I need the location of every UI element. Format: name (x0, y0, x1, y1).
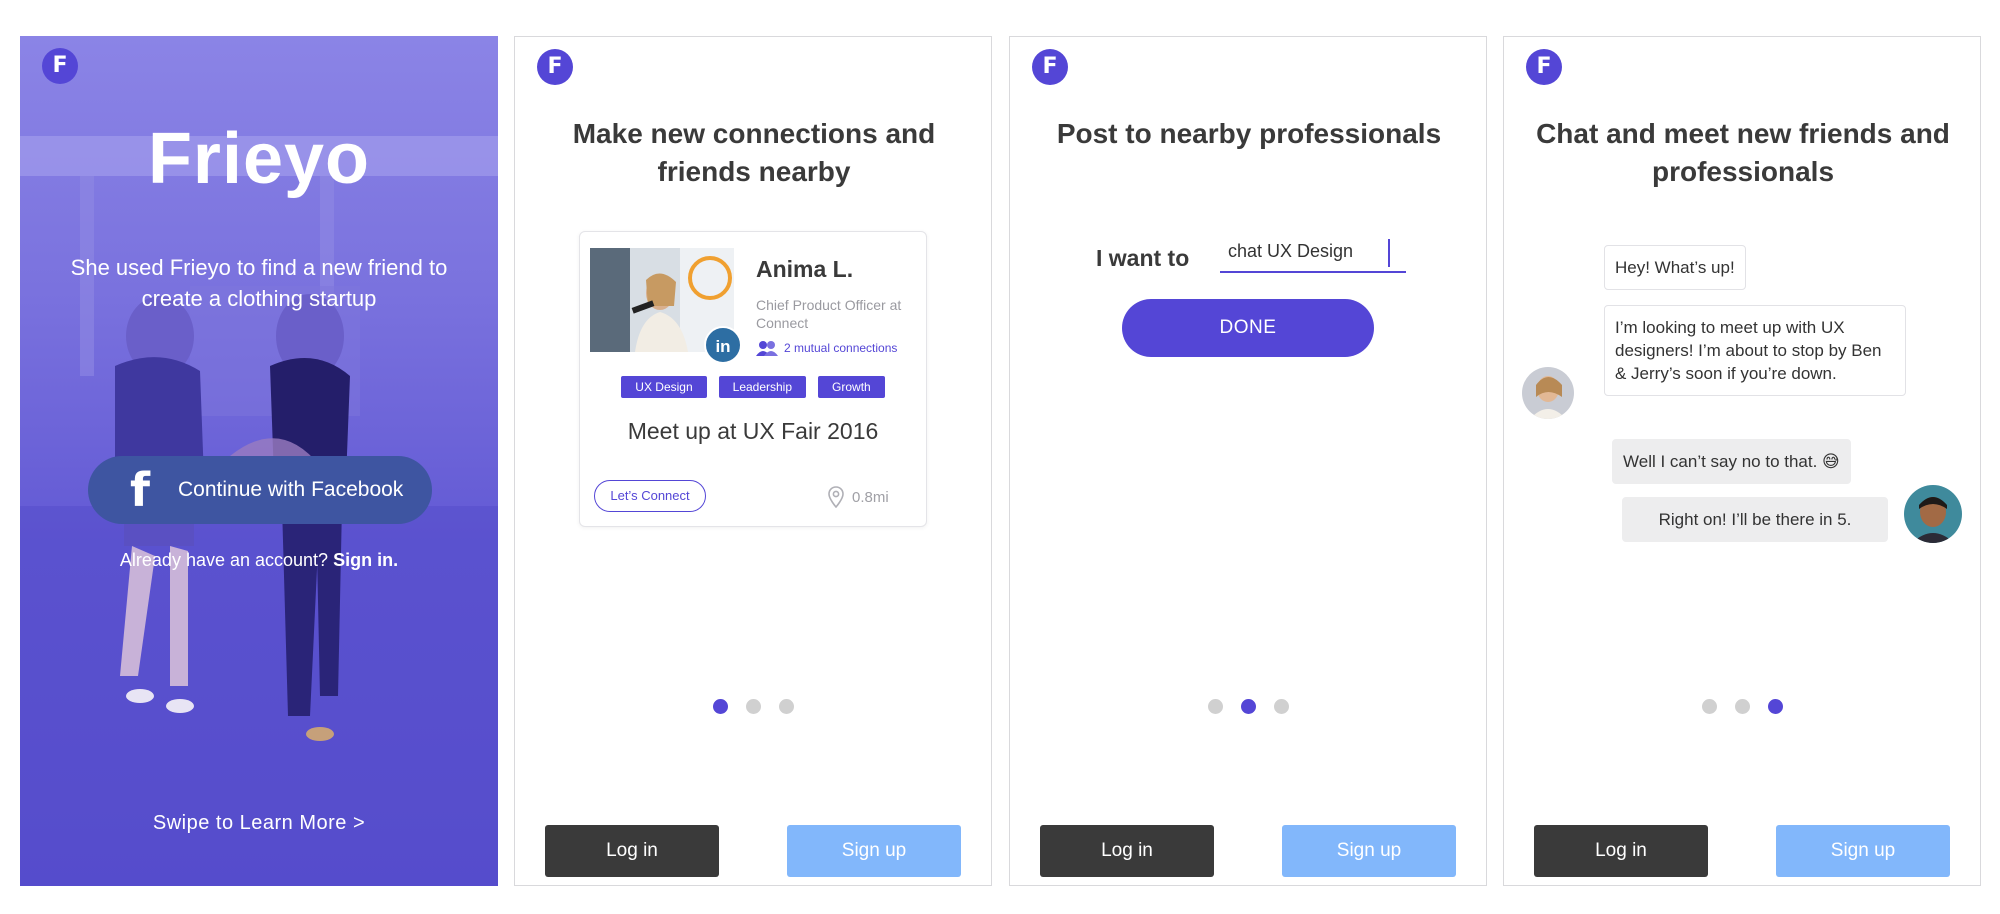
distance: 0.8mi (828, 486, 889, 508)
tag[interactable]: UX Design (621, 376, 707, 398)
page-title: Make new connections and friends nearby (572, 118, 936, 187)
connections-screen: F Make new connections and friends nearb… (514, 36, 992, 886)
sign-in-link[interactable]: Sign in. (333, 550, 398, 570)
account-prompt-text: Already have an account? (119, 550, 329, 570)
profile-name: Anima L. (756, 256, 854, 282)
page-dot[interactable] (1701, 699, 1717, 714)
page-dot[interactable] (1207, 699, 1223, 714)
done-button[interactable]: DONE (1122, 299, 1374, 357)
want-label: I want to (1096, 245, 1190, 271)
welcome-screen: F Frieyo She used Frieyo to find a new f… (20, 36, 498, 886)
text-caret (1388, 239, 1390, 267)
avatar (1904, 485, 1962, 543)
tag[interactable]: Leadership (718, 376, 807, 398)
app-title: Frieyo (147, 119, 371, 199)
facebook-button-label: Continue with Facebook (178, 478, 404, 501)
people-icon (756, 341, 778, 356)
page-title: Chat and meet new friends and profession… (1536, 118, 1950, 187)
page-indicator (515, 699, 991, 714)
frieyo-logo-icon: F (1526, 49, 1562, 85)
mutual-connections-text: 2 mutual connections (784, 341, 898, 355)
page-dot-active[interactable] (1767, 699, 1783, 714)
profile-card[interactable]: in Anima L. Chief Product Officer at Con… (579, 231, 927, 527)
avatar (1522, 367, 1574, 419)
sign-up-button[interactable]: Sign up (1282, 825, 1456, 877)
continue-with-facebook-button[interactable]: f Continue with Facebook (88, 456, 432, 524)
page-dot[interactable] (1273, 699, 1289, 714)
frieyo-logo-icon: F (1032, 49, 1068, 85)
page-title: Post to nearby professionals (1056, 118, 1442, 149)
log-in-button[interactable]: Log in (545, 825, 719, 877)
tag[interactable]: Growth (818, 376, 885, 398)
lets-connect-button[interactable]: Let’s Connect (594, 480, 706, 512)
post-screen: F Post to nearby professionals I want to… (1009, 36, 1487, 886)
page-dot-active[interactable] (1240, 699, 1256, 714)
page-dot[interactable] (1734, 699, 1750, 714)
page-dot[interactable] (778, 699, 794, 714)
tag-list: UX Design Leadership Growth (580, 376, 926, 398)
log-in-button[interactable]: Log in (1534, 825, 1708, 877)
linkedin-icon: in (704, 326, 742, 364)
chat-screen: F Chat and meet new friends and professi… (1503, 36, 1981, 886)
hero-subtitle: She used Frieyo to find a new friend to … (70, 255, 448, 311)
chat-message: Well I can’t say no to that. 😅 (1612, 439, 1851, 484)
sign-up-button[interactable]: Sign up (1776, 825, 1950, 877)
page-indicator (1504, 699, 1980, 714)
event-text: Meet up at UX Fair 2016 (627, 418, 879, 444)
location-pin-icon (828, 486, 844, 508)
mutual-connections: 2 mutual connections (756, 340, 897, 356)
page-indicator (1010, 699, 1486, 714)
page-dot[interactable] (745, 699, 761, 714)
want-input[interactable]: chat UX Design (1220, 235, 1406, 273)
chat-message: I’m looking to meet up with UX designers… (1604, 305, 1906, 396)
chat-message: Right on! I’ll be there in 5. (1622, 497, 1888, 542)
chat-message: Hey! What’s up! (1604, 245, 1746, 290)
page-dot-active[interactable] (712, 699, 728, 714)
profile-role: Chief Product Officer at Connect (756, 297, 902, 331)
want-input-value: chat UX Design (1228, 241, 1354, 261)
frieyo-logo-icon: F (537, 49, 573, 85)
frieyo-logo-icon: F (42, 48, 78, 84)
log-in-button[interactable]: Log in (1040, 825, 1214, 877)
account-prompt: Already have an account? Sign in. (20, 550, 498, 571)
facebook-icon: f (129, 463, 150, 517)
sign-up-button[interactable]: Sign up (787, 825, 961, 877)
swipe-to-learn-more[interactable]: Swipe to Learn More > (20, 812, 498, 835)
distance-value: 0.8mi (852, 488, 889, 506)
